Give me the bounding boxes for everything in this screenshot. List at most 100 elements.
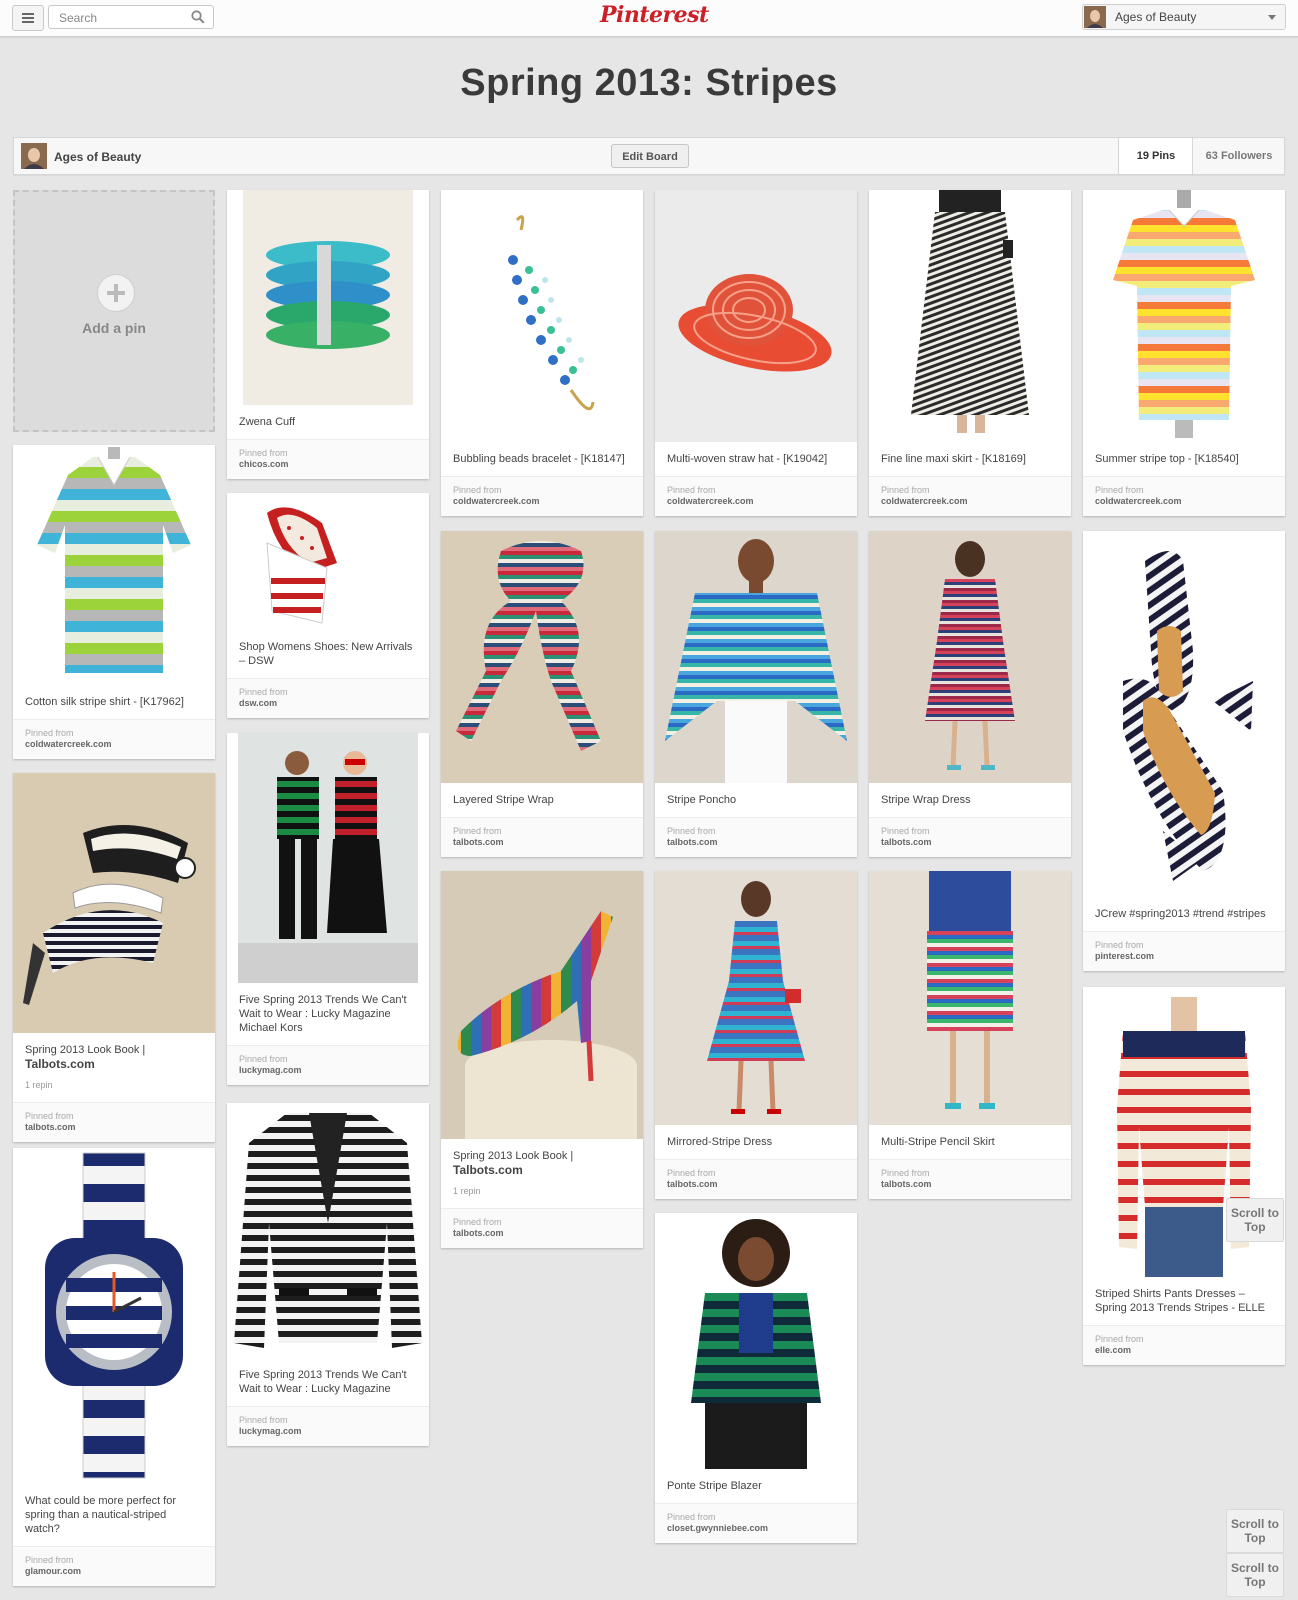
pin-description: What could be more perfect for spring th… <box>13 1484 215 1547</box>
pin-image[interactable] <box>13 445 215 685</box>
hamburger-icon <box>22 17 34 19</box>
pin-source: Pinned from coldwatercreek.com <box>13 720 215 759</box>
pin-description: Fine line maxi skirt - [K18169] <box>869 442 1071 477</box>
pin-image[interactable] <box>869 190 1071 442</box>
pin-description: Zwena Cuff <box>227 405 429 440</box>
pin-card[interactable]: JCrew #spring2013 #trend #stripes Pinned… <box>1083 531 1285 971</box>
source-link[interactable]: glamour.com <box>25 1566 203 1577</box>
source-link[interactable]: talbots.com <box>667 1179 845 1190</box>
add-pin-tile[interactable]: Add a pin <box>13 190 215 432</box>
search-icon[interactable] <box>191 10 205 24</box>
source-link[interactable]: elle.com <box>1095 1345 1273 1356</box>
pin-image[interactable] <box>655 871 857 1125</box>
menu-button[interactable] <box>12 5 44 31</box>
pin-card[interactable]: Five Spring 2013 Trends We Can't Wait to… <box>227 1103 429 1446</box>
source-link[interactable]: coldwatercreek.com <box>667 496 845 507</box>
pin-source: Pinned from pinterest.com <box>1083 932 1285 971</box>
pin-source: Pinned from talbots.com <box>441 818 643 857</box>
source-link[interactable]: coldwatercreek.com <box>1095 496 1273 507</box>
pin-source: Pinned from chicos.com <box>227 440 429 479</box>
scroll-to-top-button[interactable]: Scroll to Top <box>1226 1509 1284 1553</box>
pin-description: Spring 2013 Look Book | Talbots.com 1 rep… <box>441 1139 643 1209</box>
pin-card[interactable]: Striped Shirts Pants Dresses – Spring 20… <box>1083 987 1285 1365</box>
pin-image[interactable] <box>13 773 215 1033</box>
pin-source: Pinned from elle.com <box>1083 1326 1285 1365</box>
source-link[interactable]: coldwatercreek.com <box>881 496 1059 507</box>
pin-card[interactable]: Five Spring 2013 Trends We Can't Wait to… <box>227 733 429 1085</box>
pin-source: Pinned from coldwatercreek.com <box>655 477 857 516</box>
pin-card[interactable]: Spring 2013 Look Book | Talbots.com 1 rep… <box>441 871 643 1248</box>
edit-board-button[interactable]: Edit Board <box>611 144 689 168</box>
source-link[interactable]: talbots.com <box>25 1122 203 1133</box>
followers-count-tab[interactable]: 63 Followers <box>1192 138 1285 174</box>
pin-image[interactable] <box>869 531 1071 783</box>
source-link[interactable]: dsw.com <box>239 698 417 709</box>
source-link[interactable]: luckymag.com <box>239 1065 417 1076</box>
pin-card[interactable]: What could be more perfect for spring th… <box>13 1148 215 1586</box>
repin-count: 1 repin <box>453 1186 481 1196</box>
pin-source: Pinned from luckymag.com <box>227 1046 429 1085</box>
chevron-down-icon <box>1268 15 1276 20</box>
pin-image[interactable] <box>441 190 643 442</box>
source-link[interactable]: pinterest.com <box>1095 951 1273 962</box>
pin-card[interactable]: Stripe Wrap Dress Pinned from talbots.com <box>869 531 1071 857</box>
pin-card[interactable]: Cotton silk stripe shirt - [K17962] Pinn… <box>13 445 215 759</box>
pin-card[interactable]: Multi-woven straw hat - [K19042] Pinned … <box>655 190 857 516</box>
source-link[interactable]: coldwatercreek.com <box>453 496 631 507</box>
pin-card[interactable]: Multi-Stripe Pencil Skirt Pinned from tal… <box>869 871 1071 1199</box>
pin-image[interactable] <box>655 1213 857 1469</box>
board-owner-name[interactable]: Ages of Beauty <box>54 150 141 164</box>
pins-count-tab[interactable]: 19 Pins <box>1118 138 1193 174</box>
pinterest-logo[interactable]: Pinterest <box>600 2 709 28</box>
pin-description: Bubbling beads bracelet - [K18147] <box>441 442 643 477</box>
source-link[interactable]: talbots.com <box>453 837 631 848</box>
pin-source: Pinned from coldwatercreek.com <box>441 477 643 516</box>
pin-source: Pinned from talbots.com <box>869 1160 1071 1199</box>
pin-image[interactable] <box>441 531 643 783</box>
pin-card[interactable]: Zwena Cuff Pinned from chicos.com <box>227 190 429 479</box>
pin-source: Pinned from glamour.com <box>13 1547 215 1586</box>
pin-source: Pinned from dsw.com <box>227 679 429 718</box>
pin-description: Ponte Stripe Blazer <box>655 1469 857 1504</box>
source-link[interactable]: closet.gwynniebee.com <box>667 1523 845 1534</box>
source-link[interactable]: coldwatercreek.com <box>25 739 203 750</box>
pin-card[interactable]: Spring 2013 Look Book | Talbots.com 1 rep… <box>13 773 215 1142</box>
pin-image[interactable] <box>13 1148 215 1484</box>
scroll-to-top-button[interactable]: Scroll to Top <box>1226 1198 1284 1242</box>
pin-description: Spring 2013 Look Book | Talbots.com 1 rep… <box>13 1033 215 1103</box>
pin-card[interactable]: Stripe Poncho Pinned from talbots.com <box>655 531 857 857</box>
pin-image[interactable] <box>655 190 857 442</box>
source-link[interactable]: talbots.com <box>881 1179 1059 1190</box>
avatar[interactable] <box>21 143 47 169</box>
source-link[interactable]: luckymag.com <box>239 1426 417 1437</box>
repin-count: 1 repin <box>25 1080 53 1090</box>
search-input[interactable] <box>57 10 191 26</box>
pin-card[interactable]: Mirrored-Stripe Dress Pinned from talbots… <box>655 871 857 1199</box>
pin-source: Pinned from coldwatercreek.com <box>1083 477 1285 516</box>
source-link[interactable]: talbots.com <box>667 837 845 848</box>
pin-image[interactable] <box>869 871 1071 1125</box>
pin-image[interactable] <box>655 531 857 783</box>
pin-card[interactable]: Fine line maxi skirt - [K18169] Pinned f… <box>869 190 1071 516</box>
pin-image[interactable] <box>441 871 643 1139</box>
pin-card[interactable]: Ponte Stripe Blazer Pinned from closet.gw… <box>655 1213 857 1543</box>
user-menu[interactable]: Ages of Beauty <box>1082 4 1286 30</box>
pin-card[interactable]: Summer stripe top - [K18540] Pinned from… <box>1083 190 1285 516</box>
pin-description: JCrew #spring2013 #trend #stripes <box>1083 897 1285 932</box>
pin-image[interactable] <box>227 733 429 983</box>
pin-image[interactable] <box>227 190 429 405</box>
pin-image[interactable] <box>227 1103 429 1358</box>
pin-card[interactable]: Shop Womens Shoes: New Arrivals – DSW Pi… <box>227 493 429 718</box>
pin-card[interactable]: Layered Stripe Wrap Pinned from talbots.c… <box>441 531 643 857</box>
scroll-to-top-button[interactable]: Scroll to Top <box>1226 1553 1284 1597</box>
source-link[interactable]: talbots.com <box>453 1228 631 1239</box>
pin-card[interactable]: Bubbling beads bracelet - [K18147] Pinne… <box>441 190 643 516</box>
pin-description: Five Spring 2013 Trends We Can't Wait to… <box>227 983 429 1046</box>
pin-image[interactable] <box>227 493 429 630</box>
source-link[interactable]: chicos.com <box>239 459 417 470</box>
pin-image[interactable] <box>1083 531 1285 897</box>
pin-description: Stripe Wrap Dress <box>869 783 1071 818</box>
search-box[interactable] <box>48 5 214 29</box>
source-link[interactable]: talbots.com <box>881 837 1059 848</box>
pin-image[interactable] <box>1083 190 1285 442</box>
